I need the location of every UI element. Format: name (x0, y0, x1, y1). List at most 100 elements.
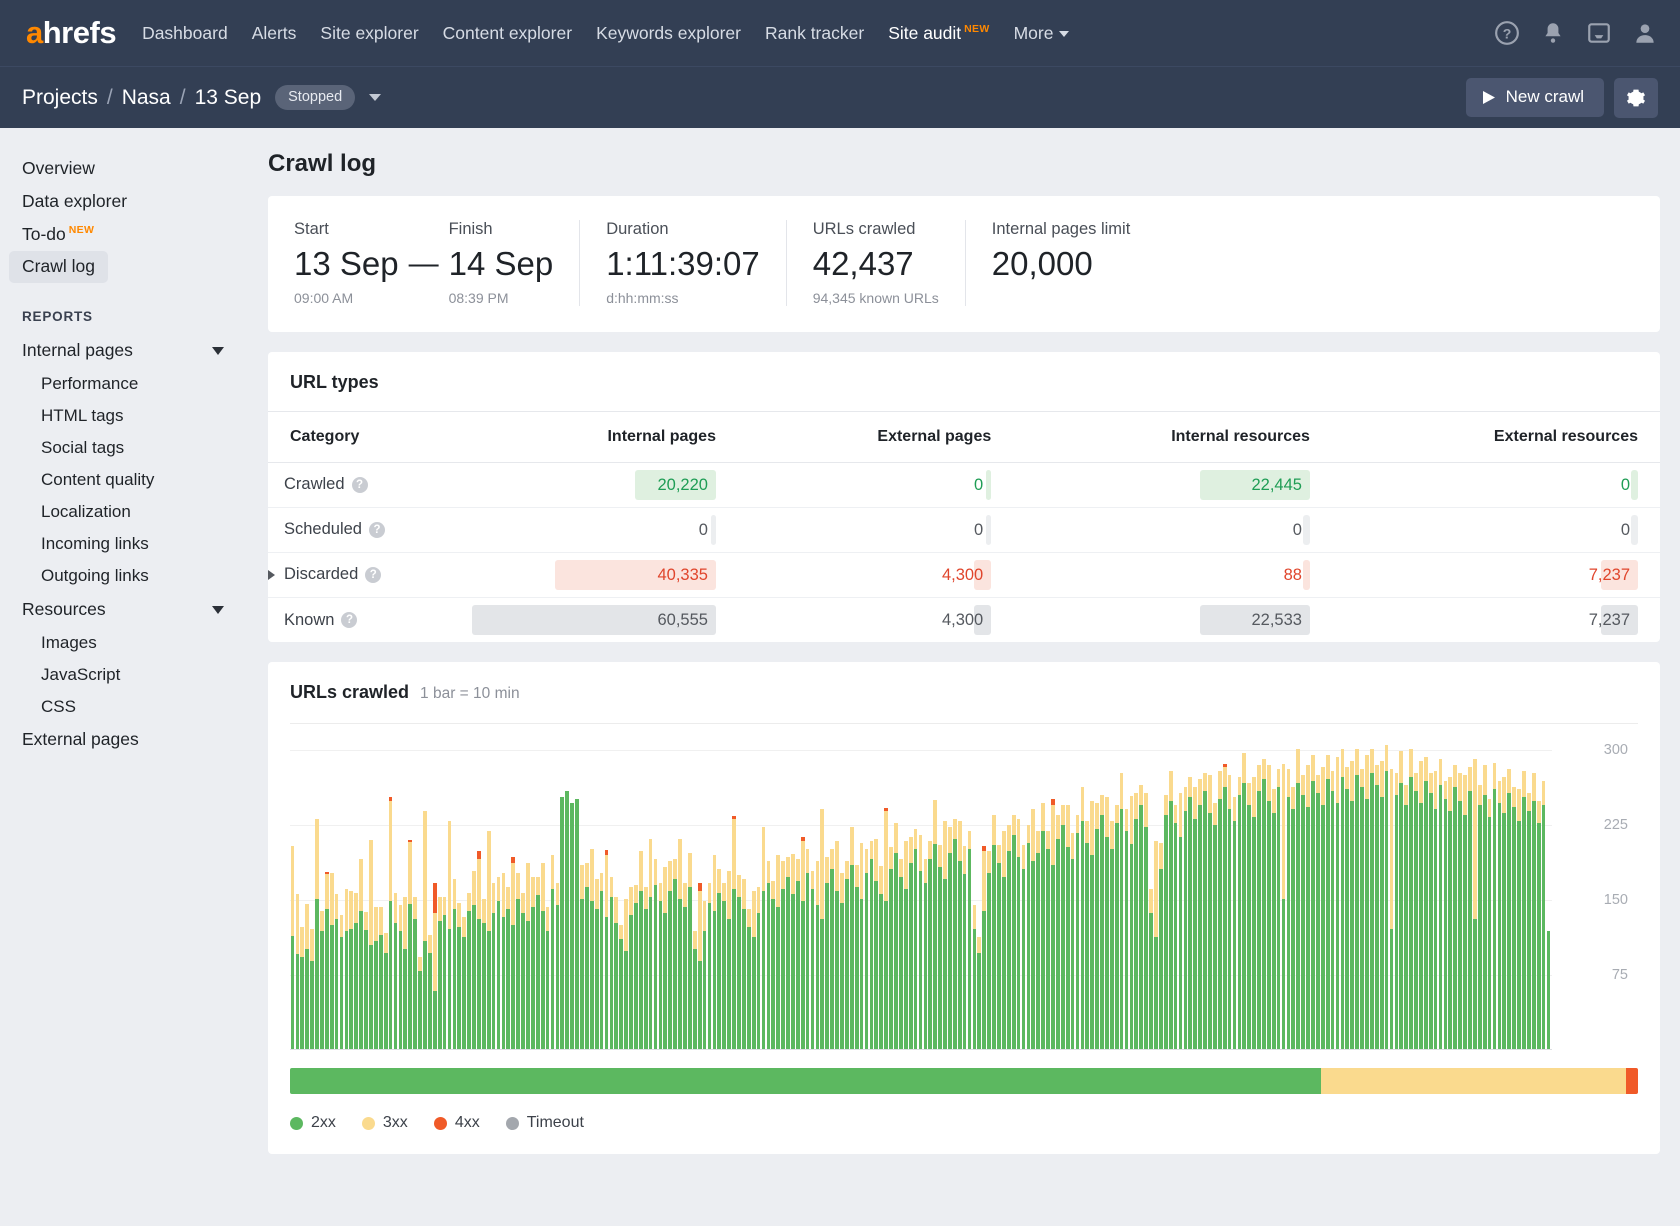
help-icon[interactable]: ? (365, 567, 381, 583)
chart-bar[interactable] (1390, 769, 1394, 1050)
chart-bar[interactable] (889, 847, 893, 1050)
chart-bar[interactable] (1233, 797, 1237, 1050)
chart-bar[interactable] (305, 904, 309, 1049)
chart-bar[interactable] (737, 875, 741, 1050)
chart-bar[interactable] (1071, 833, 1075, 1050)
chart-bar[interactable] (1100, 795, 1104, 1050)
chart-bar[interactable] (521, 893, 525, 1049)
ahrefs-logo[interactable]: ahrefs (26, 15, 116, 51)
value-text[interactable]: 0 (738, 515, 991, 545)
chart-bar[interactable] (1169, 771, 1173, 1050)
chart-bar[interactable] (1365, 755, 1369, 1050)
chart-bar[interactable] (644, 887, 648, 1049)
chart-bar[interactable] (516, 873, 520, 1050)
chart-bar[interactable] (865, 849, 869, 1050)
chart-bar[interactable] (992, 815, 996, 1050)
chart-bar[interactable] (683, 883, 687, 1049)
chart-bar[interactable] (497, 877, 501, 1050)
user-icon[interactable] (1632, 20, 1658, 46)
chart-bar[interactable] (418, 957, 422, 1049)
chart-bar[interactable] (413, 897, 417, 1049)
chart-bar[interactable] (1311, 755, 1315, 1050)
nav-item-keywords-explorer[interactable]: Keywords explorer (596, 23, 741, 44)
chart-bar[interactable] (1193, 787, 1197, 1050)
chart-bar[interactable] (403, 897, 407, 1049)
chart-bar[interactable] (1306, 765, 1310, 1050)
chart-bar[interactable] (663, 867, 667, 1050)
chart-bar[interactable] (1238, 777, 1242, 1050)
chart-bar[interactable] (1184, 787, 1188, 1050)
chart-bar[interactable] (1277, 769, 1281, 1050)
chart-bar[interactable] (1002, 831, 1006, 1050)
chart-bar[interactable] (1159, 843, 1163, 1050)
chart-bar[interactable] (1267, 765, 1271, 1050)
chart-bar[interactable] (1414, 773, 1418, 1050)
chart-bar[interactable] (1458, 773, 1462, 1050)
chart-bar[interactable] (1399, 751, 1403, 1050)
chart-bar[interactable] (1350, 761, 1354, 1050)
chart-bar[interactable] (1134, 793, 1138, 1050)
chart-bar[interactable] (1542, 781, 1546, 1050)
chart-bar[interactable] (1228, 775, 1232, 1050)
sidebar-item-to-do[interactable]: To-doNEW (0, 218, 246, 251)
chart-bar[interactable] (1115, 805, 1119, 1050)
chart-bar[interactable] (580, 865, 584, 1050)
chart-bar[interactable] (1144, 793, 1148, 1050)
chart-bar[interactable] (394, 893, 398, 1049)
chart-bar[interactable] (958, 821, 962, 1050)
chart-bar[interactable] (1429, 773, 1433, 1050)
chart-bar[interactable] (698, 883, 702, 1049)
chart-bar[interactable] (354, 893, 358, 1049)
chart-bar[interactable] (1154, 841, 1158, 1050)
chart-bar[interactable] (855, 865, 859, 1050)
column-header-external-resources[interactable]: External resources (1332, 412, 1660, 463)
chart-bar[interactable] (389, 797, 393, 1050)
chart-bar[interactable] (678, 839, 682, 1050)
chart-bar[interactable] (928, 841, 932, 1050)
chart-bar[interactable] (1139, 785, 1143, 1050)
chart-bar[interactable] (511, 857, 515, 1050)
chart-bar[interactable] (472, 871, 476, 1050)
chart-bar[interactable] (1066, 805, 1070, 1050)
chart-bar[interactable] (752, 891, 756, 1049)
chart-bar[interactable] (801, 837, 805, 1050)
chart-bar[interactable] (1291, 787, 1295, 1050)
chart-bar[interactable] (1149, 889, 1153, 1049)
chart-bar[interactable] (1370, 749, 1374, 1050)
chart-bar[interactable] (796, 859, 800, 1050)
chart-bar[interactable] (1218, 771, 1222, 1050)
chart-bar[interactable] (1360, 769, 1364, 1050)
sidebar-item-social-tags[interactable]: Social tags (0, 432, 246, 464)
chart-bar[interactable] (924, 859, 928, 1050)
chart-bar[interactable] (919, 835, 923, 1050)
chart-bar[interactable] (850, 827, 854, 1050)
chart-bar[interactable] (1164, 795, 1168, 1050)
chart-bar[interactable] (1419, 761, 1423, 1050)
chart-bar[interactable] (673, 859, 677, 1050)
chart-bar[interactable] (1502, 777, 1506, 1050)
chart-bar[interactable] (570, 803, 574, 1050)
value-text[interactable]: 0 (1332, 470, 1638, 500)
chart-bar[interactable] (781, 861, 785, 1050)
chart-bar[interactable] (335, 894, 339, 1049)
chart-bar[interactable] (1517, 789, 1521, 1050)
chart-bar[interactable] (968, 831, 972, 1050)
value-text[interactable]: 22,533 (1013, 605, 1310, 635)
column-header-external-pages[interactable]: External pages (738, 412, 1013, 463)
chart-bar[interactable] (786, 857, 790, 1050)
expand-row-icon[interactable] (268, 570, 275, 580)
chart-bar[interactable] (708, 883, 712, 1049)
chart-bar[interactable] (349, 891, 353, 1049)
chart-bar[interactable] (634, 885, 638, 1049)
chart-bar[interactable] (1478, 785, 1482, 1050)
chart-bar[interactable] (565, 791, 569, 1050)
breadcrumb-project-name[interactable]: Nasa (122, 86, 171, 110)
chart-bar[interactable] (1090, 801, 1094, 1050)
chart-bar[interactable] (526, 863, 530, 1050)
chart-bar[interactable] (541, 863, 545, 1050)
chart-bar[interactable] (1105, 797, 1109, 1050)
chart-bar[interactable] (1125, 809, 1129, 1050)
sidebar-item-outgoing-links[interactable]: Outgoing links (0, 560, 246, 592)
chart-bar[interactable] (1012, 815, 1016, 1050)
chart-bar[interactable] (1247, 783, 1251, 1050)
